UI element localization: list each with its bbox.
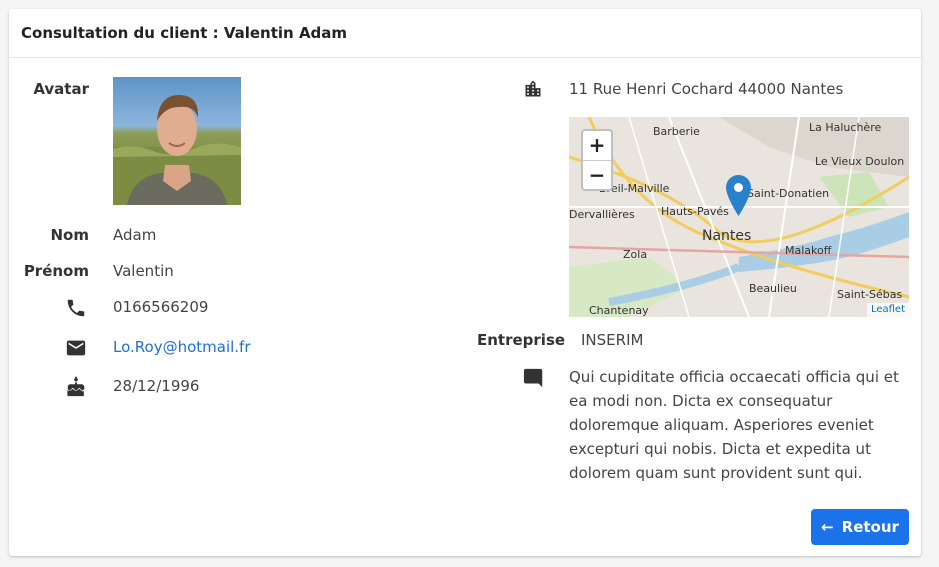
card-header: Consultation du client : Valentin Adam (9, 9, 921, 58)
map-place-label: Nantes (702, 228, 752, 244)
prenom-label: Prénom (23, 262, 89, 280)
map-zoom-control: + − (581, 129, 613, 191)
client-comment: Qui cupiditate officia occaecati officia… (569, 368, 899, 482)
map-marker-icon[interactable] (726, 175, 751, 220)
entreprise-label: Entreprise (477, 331, 566, 349)
back-button[interactable]: ← Retour (811, 509, 909, 545)
phone-value: 0166566209 (113, 298, 209, 316)
map-attribution-link[interactable]: Leaflet (866, 303, 909, 317)
avatar-label: Avatar (33, 80, 89, 98)
client-detail-card: Consultation du client : Valentin Adam A… (9, 9, 921, 556)
back-button-label: Retour (841, 518, 899, 536)
prenom-value: Valentin (113, 262, 174, 280)
avatar (113, 77, 241, 205)
map-place-label: Dervallières (569, 208, 635, 221)
map-place-label: La Haluchère (809, 121, 882, 134)
map-place-label: Le Vieux Doulon (815, 155, 905, 168)
map-place-label: Beaulieu (749, 282, 797, 295)
nom-value: Adam (113, 226, 157, 244)
map-place-label: Saint-Sébas (837, 288, 903, 301)
map-place-label: Zola (623, 248, 648, 261)
page-title: Consultation du client : Valentin Adam (21, 24, 348, 42)
entreprise-value: INSERIM (581, 331, 644, 349)
location-map[interactable]: La Haluchère Barberie Le Vieux Doulon Br… (569, 117, 909, 317)
map-place-label: Barberie (653, 125, 700, 138)
zoom-in-button[interactable]: + (583, 131, 611, 161)
cake-icon (65, 375, 87, 403)
mail-icon (65, 337, 87, 363)
phone-icon (65, 297, 87, 323)
address-value: 11 Rue Henri Cochard 44000 Nantes (569, 80, 844, 98)
building-icon (523, 79, 543, 103)
zoom-out-button[interactable]: − (583, 161, 611, 190)
comment-icon (523, 367, 545, 393)
map-place-label: Hauts-Pavés (661, 205, 729, 218)
nom-label: Nom (50, 226, 90, 244)
map-place-label: Malakoff (785, 244, 832, 257)
birthdate-value: 28/12/1996 (113, 377, 200, 395)
email-link[interactable]: Lo.Roy@hotmail.fr (113, 338, 251, 356)
arrow-left-icon: ← (821, 518, 834, 536)
map-place-label: Chantenay (589, 304, 649, 317)
map-place-label: Saint-Donatien (747, 187, 830, 200)
